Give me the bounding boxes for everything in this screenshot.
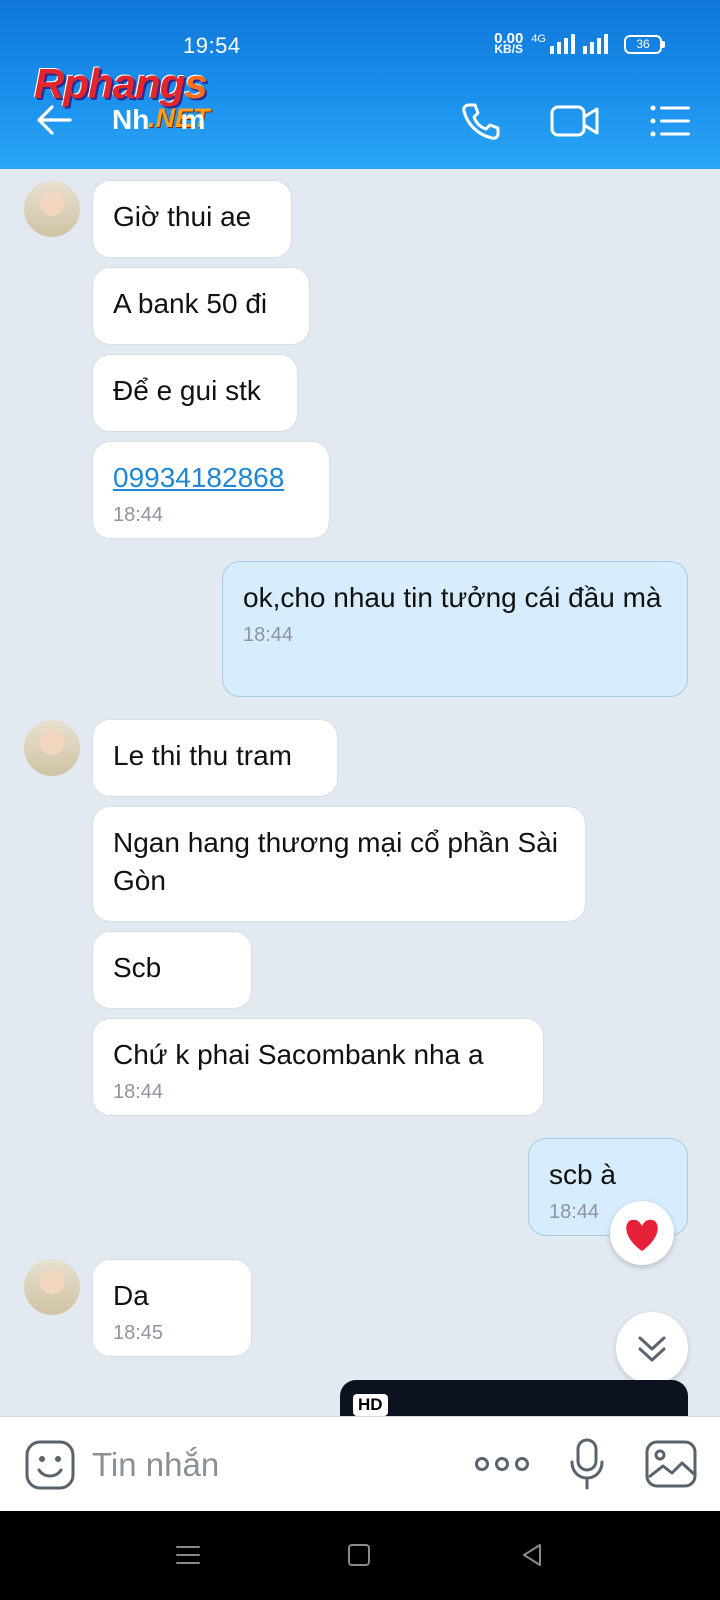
message-input[interactable] [92,1445,432,1485]
video-call-icon[interactable] [550,102,600,140]
status-time: 19:54 [183,33,241,58]
emoji-sticker-icon[interactable] [24,1439,76,1491]
message-input-bar [0,1416,720,1511]
system-navigation-bar [0,1511,720,1600]
message-bubble-in[interactable]: Ngan hang thương mại cổ phần Sài Gòn [92,806,586,922]
message-text: scb à [549,1159,616,1190]
recent-apps-icon[interactable] [174,1541,202,1569]
message-time: 18:45 [113,1322,164,1344]
chat-title[interactable]: Nh m [112,104,205,136]
phone-icon[interactable] [460,100,502,142]
more-options-icon[interactable] [474,1449,530,1479]
heart-reaction-button[interactable] [610,1201,674,1265]
contact-avatar[interactable] [24,720,80,776]
message-text: Giờ thui ae [113,201,252,232]
battery-icon: 36 [624,34,665,54]
message-time: 18:44 [113,1081,164,1103]
status-indicators: 0.00 KB/S 4G 36 [494,31,665,56]
message-time: 18:44 [113,504,164,526]
home-icon[interactable] [346,1541,372,1569]
back-triangle-icon[interactable] [518,1541,546,1569]
image-gallery-icon[interactable] [644,1439,698,1489]
scroll-to-bottom-button[interactable] [616,1312,688,1384]
network-speed: 0.00 KB/S [494,31,524,56]
contact-avatar[interactable] [24,1259,80,1315]
hd-badge: HD [353,1394,388,1416]
message-text: Ngan hang thương mại cổ phần Sài Gòn [113,827,558,896]
message-text: Da [113,1280,149,1311]
double-chevron-down-icon [638,1336,666,1362]
message-bubble-in[interactable]: Giờ thui ae [92,180,292,258]
contact-avatar[interactable] [24,181,80,237]
back-arrow-icon[interactable] [34,100,74,140]
message-bubble-in[interactable]: Scb [92,931,252,1009]
phone-number-link[interactable]: 09934182868 [113,459,309,497]
message-bubble-in[interactable]: Chứ k phai Sacombank nha a 18:44 [92,1018,544,1116]
video-message-preview[interactable]: HD [340,1380,688,1418]
message-text: ok,cho nhau tin tưởng cái đầu mà [243,582,662,613]
message-bubble-in[interactable]: 09934182868 18:44 [92,441,330,539]
message-text: Le thi thu tram [113,740,292,771]
message-time: 18:44 [243,624,294,646]
signal-icon-2 [583,34,608,54]
message-text: A bank 50 đi [113,288,268,319]
network-speed-unit: KB/S [494,42,524,56]
microphone-icon[interactable] [568,1437,606,1491]
network-type: 4G [531,33,546,45]
message-text: Chứ k phai Sacombank nha a [113,1039,484,1070]
message-text: Để e gui stk [113,375,261,406]
message-bubble-in[interactable]: Để e gui stk [92,354,298,432]
message-bubble-in[interactable]: Da 18:45 [92,1259,252,1357]
message-bubble-in[interactable]: A bank 50 đi [92,267,310,345]
signal-icon [550,34,575,54]
chat-header: 19:54 0.00 KB/S 4G 36 Rphangs .NET Nh m [0,0,720,169]
heart-icon [626,1219,658,1251]
message-bubble-out[interactable]: ok,cho nhau tin tưởng cái đầu mà 18:44 [222,561,688,697]
message-bubble-in[interactable]: Le thi thu tram [92,719,338,797]
menu-list-icon[interactable] [650,104,692,138]
message-text: Scb [113,952,162,983]
